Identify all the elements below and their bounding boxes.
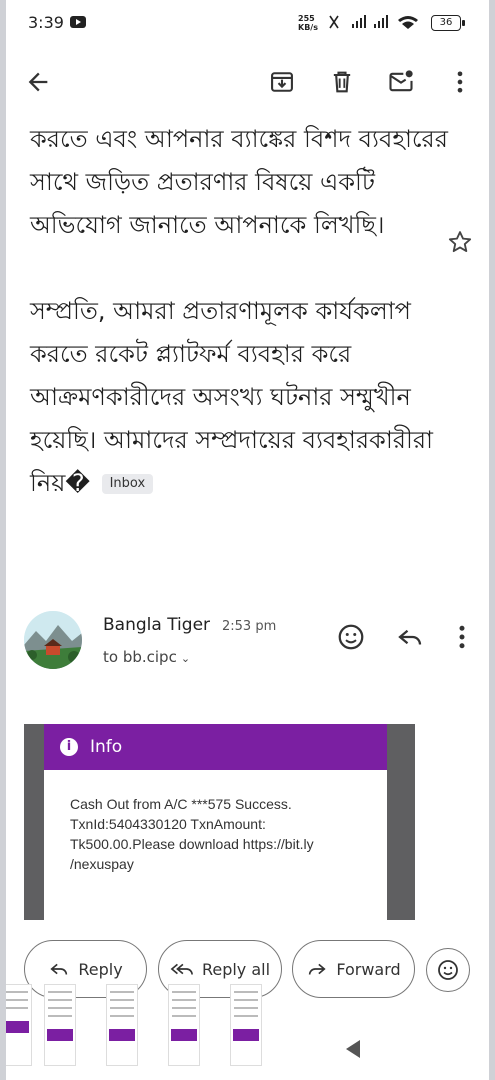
sender-avatar[interactable] [24,611,82,669]
archive-icon[interactable] [268,68,296,96]
star-icon[interactable] [446,228,474,256]
thumbnail[interactable] [106,984,138,1066]
recent-screenshot-thumbnails [6,984,276,1066]
message-toolbar [6,54,489,110]
forward-button[interactable]: Forward [292,940,415,998]
reply-icon[interactable] [395,622,425,652]
sms-text: Cash Out from A/C ***575 Success. TxnId:… [70,796,314,872]
youtube-notification-icon [70,16,86,28]
emoji-reaction-icon[interactable] [336,622,366,652]
thumbnail[interactable] [44,984,76,1066]
battery-icon: 36 [431,15,465,31]
back-arrow-icon[interactable] [24,68,52,96]
more-vert-icon[interactable] [447,622,477,652]
gmail-message-screen: 3:39 255 KB/s 36 করতে এবং আপনার ব্যাঙ্কে… [6,0,489,1080]
email-paragraph-2: সম্প্রতি, আমরা প্রতারণামূলক কার্যকলাপ কর… [30,297,434,497]
add-reaction-button[interactable] [426,948,470,992]
network-speed: 255 KB/s [298,14,318,32]
status-bar: 3:39 255 KB/s 36 [6,0,489,46]
thumbnail[interactable] [230,984,262,1066]
email-body: করতে এবং আপনার ব্যাঙ্কের বিশদ ব্যবহারের … [30,118,460,548]
signal-wifi-icons [328,12,428,36]
sms-notification-card: i Info Cash Out from A/C ***575 Success.… [44,724,387,920]
more-vert-icon[interactable] [446,68,474,96]
emoji-icon [438,960,458,980]
forward-icon [309,963,326,975]
email-paragraph-1: করতে এবং আপনার ব্যাঙ্কের বিশদ ব্যবহারের … [30,125,448,239]
info-icon: i [60,738,78,756]
inbox-label-chip[interactable]: Inbox [101,474,154,494]
info-header: i Info [44,724,387,770]
reply-all-icon [170,963,193,975]
status-time: 3:39 [28,13,64,32]
reply-icon [50,963,68,975]
thumbnail[interactable] [168,984,200,1066]
recipient-details[interactable]: to bb.cipc ⌄ [103,648,190,666]
nav-back-icon[interactable] [343,1038,363,1060]
sent-time: 2:53 pm [222,619,277,634]
embedded-screenshot-image[interactable]: i Info Cash Out from A/C ***575 Success.… [24,724,415,920]
chevron-down-icon: ⌄ [180,652,191,665]
mark-unread-icon[interactable] [387,68,415,96]
thumbnail[interactable] [6,984,32,1066]
sender-name[interactable]: Bangla Tiger [103,615,210,635]
delete-icon[interactable] [328,68,356,96]
right-screen-edge [489,0,495,1080]
